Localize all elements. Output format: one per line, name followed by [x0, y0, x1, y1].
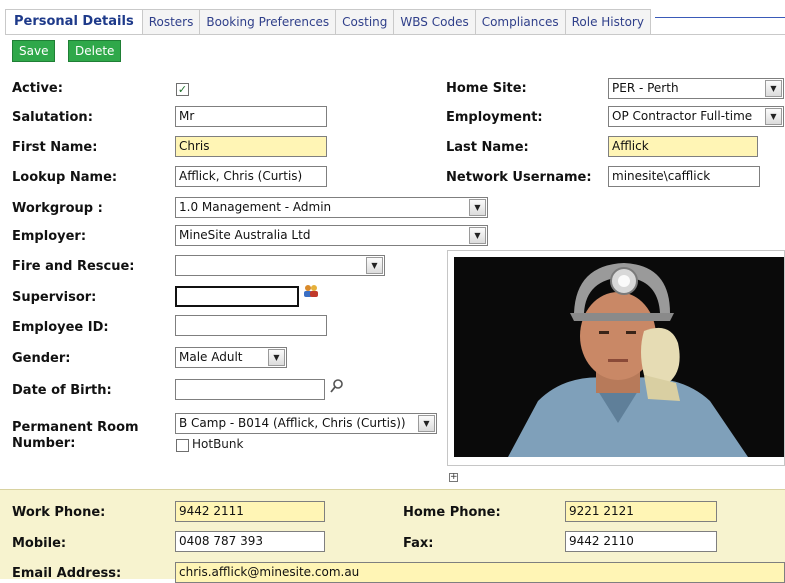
work-phone-label: Work Phone: [12, 505, 106, 520]
delete-button[interactable]: Delete [68, 40, 122, 62]
employer-label: Employer: [12, 229, 87, 244]
gender-value: Male Adult [179, 350, 243, 364]
gender-select[interactable]: Male Adult ▼ [175, 347, 287, 368]
tab-baseline [5, 34, 785, 35]
last-name-label: Last Name: [446, 140, 529, 155]
employer-select[interactable]: MineSite Australia Ltd ▼ [175, 225, 488, 246]
employment-label: Employment: [446, 110, 543, 125]
fire-rescue-label: Fire and Rescue: [12, 259, 135, 274]
work-phone-field[interactable]: 9442 2111 [175, 501, 325, 522]
chevron-down-icon[interactable]: ▼ [765, 80, 782, 97]
home-site-label: Home Site: [446, 81, 527, 96]
chevron-down-icon[interactable]: ▼ [469, 227, 486, 244]
chevron-down-icon[interactable]: ▼ [469, 199, 486, 216]
employment-select[interactable]: OP Contractor Full-time ▼ [608, 106, 784, 127]
salutation-label: Salutation: [12, 110, 93, 125]
fax-field[interactable]: 9442 2110 [565, 531, 717, 552]
tab-compliances[interactable]: Compliances [474, 9, 566, 35]
room-value: B Camp - B014 (Afflick, Chris (Curtis)) [179, 416, 406, 430]
hotbunk-checkbox[interactable] [176, 439, 189, 452]
room-select[interactable]: B Camp - B014 (Afflick, Chris (Curtis)) … [175, 413, 437, 434]
lookup-name-field[interactable]: Afflick, Chris (Curtis) [175, 166, 327, 187]
email-field[interactable]: chris.afflick@minesite.com.au [175, 562, 785, 583]
room-label-line1: Permanent Room [12, 420, 139, 435]
supervisor-label: Supervisor: [12, 290, 97, 305]
home-phone-label: Home Phone: [403, 505, 501, 520]
dob-field[interactable] [175, 379, 325, 400]
hotbunk-label: HotBunk [192, 437, 244, 451]
active-label: Active: [12, 81, 63, 96]
employee-photo [447, 250, 785, 466]
chevron-down-icon[interactable]: ▼ [268, 349, 285, 366]
workgroup-select[interactable]: 1.0 Management - Admin ▼ [175, 197, 488, 218]
checkmark-icon: ✓ [177, 83, 188, 96]
last-name-field[interactable]: Afflick [608, 136, 758, 157]
tab-personal-details[interactable]: Personal Details [5, 9, 143, 35]
first-name-label: First Name: [12, 140, 98, 155]
chevron-down-icon[interactable]: ▼ [418, 415, 435, 432]
gender-label: Gender: [12, 351, 71, 366]
home-site-value: PER - Perth [612, 81, 679, 95]
fax-label: Fax: [403, 536, 434, 551]
chevron-down-icon[interactable]: ▼ [765, 108, 782, 125]
home-phone-field[interactable]: 9221 2121 [565, 501, 717, 522]
network-username-field[interactable]: minesite\cafflick [608, 166, 760, 187]
employment-value: OP Contractor Full-time [612, 109, 753, 123]
save-button[interactable]: Save [12, 40, 56, 62]
room-label-line2: Number: [12, 436, 76, 451]
employee-id-label: Employee ID: [12, 320, 109, 335]
home-site-select[interactable]: PER - Perth ▼ [608, 78, 784, 99]
tab-costing[interactable]: Costing [335, 9, 395, 35]
workgroup-label: Workgroup : [12, 201, 103, 216]
first-name-field[interactable]: Chris [175, 136, 327, 157]
lookup-name-label: Lookup Name: [12, 170, 118, 185]
mobile-label: Mobile: [12, 536, 67, 551]
people-picker-icon[interactable] [303, 284, 319, 298]
tab-strip: Personal Details Rosters Booking Prefere… [5, 9, 651, 35]
salutation-field[interactable]: Mr [175, 106, 327, 127]
employer-value: MineSite Australia Ltd [179, 228, 311, 242]
calendar-picker-icon[interactable] [329, 378, 345, 394]
tab-header-rule [655, 17, 785, 18]
tab-booking-preferences[interactable]: Booking Preferences [199, 9, 337, 35]
employee-id-field[interactable] [175, 315, 327, 336]
chevron-down-icon[interactable]: ▼ [366, 257, 383, 274]
tab-rosters[interactable]: Rosters [141, 9, 201, 35]
expand-plus-icon[interactable]: + [449, 473, 458, 482]
mobile-field[interactable]: 0408 787 393 [175, 531, 325, 552]
active-checkbox[interactable]: ✓ [176, 83, 189, 96]
tab-wbs-codes[interactable]: WBS Codes [393, 9, 476, 35]
dob-label: Date of Birth: [12, 383, 112, 398]
tab-role-history[interactable]: Role History [564, 9, 651, 35]
fire-rescue-select[interactable]: ▼ [175, 255, 385, 276]
supervisor-field[interactable] [175, 286, 299, 307]
network-username-label: Network Username: [446, 170, 592, 185]
workgroup-value: 1.0 Management - Admin [179, 200, 332, 214]
